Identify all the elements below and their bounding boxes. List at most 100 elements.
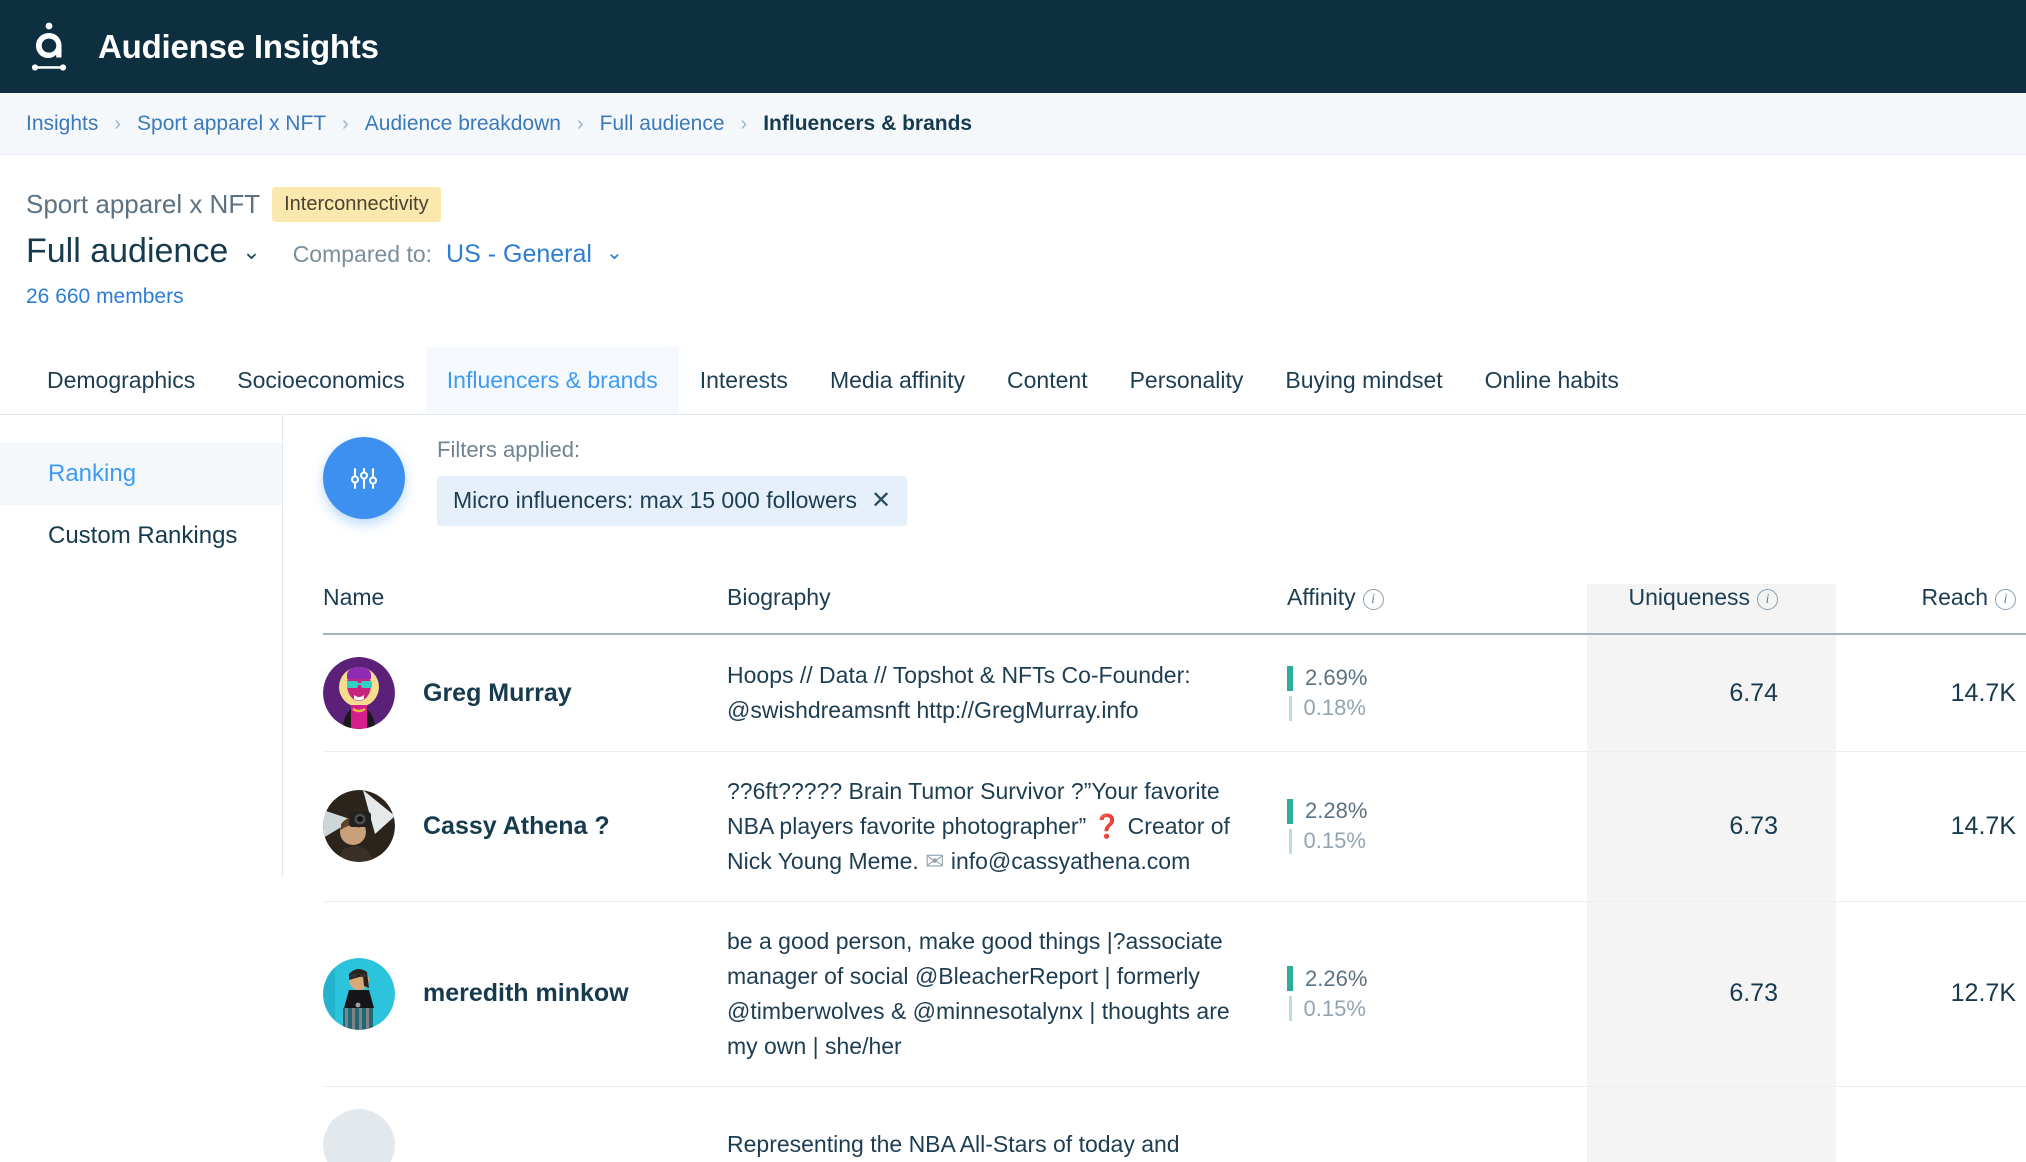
column-header-uniqueness[interactable]: Uniqueness i [1577,584,1826,634]
sliders-filter-icon[interactable] [323,437,405,519]
affinity-value-audience: 2.28% [1305,798,1368,824]
filter-chip-list: Micro influencers: max 15 000 followers ✕ [437,476,908,526]
cell-uniqueness [1577,1086,1826,1162]
breadcrumb-separator: › [114,112,122,135]
table-row[interactable]: Representing the NBA All-Stars of today … [323,1086,2026,1162]
cell-reach [1826,1086,2026,1162]
chevron-down-icon-compared[interactable]: ⌄ [606,240,623,265]
info-icon[interactable]: i [1362,589,1384,610]
influencer-name[interactable]: Cassy Athena ? [423,812,610,841]
influencer-name[interactable]: Greg Murray [423,679,572,708]
sidebar-item-custom-rankings[interactable]: Custom Rankings [0,505,282,567]
breadcrumb-item-insights[interactable]: Insights [26,112,98,136]
breadcrumb-item-influencers-brands: Influencers & brands [763,111,973,135]
name-cell-inner: Greg Murray [323,657,727,729]
avatar[interactable] [323,957,395,1030]
compared-to-value[interactable]: US - General [446,240,592,269]
audience-row: Full audience ⌄ Compared to: US - Genera… [26,232,2000,271]
breadcrumb: Insights › Sport apparel x NFT › Audience br… [0,93,2026,155]
filter-chip[interactable]: Micro influencers: max 15 000 followers ✕ [437,476,908,526]
affinity-value-baseline: 0.15% [1303,828,1366,854]
cell-reach: 14.7K [1826,634,2026,752]
affinity-baseline-line: 0.15% [1287,828,1577,854]
table-row[interactable]: meredith minkow be a good person, make go… [323,901,2026,1087]
close-icon[interactable]: ✕ [871,488,891,513]
body-area: Ranking Custom Rankings Filters applied:… [0,415,2026,1162]
biography-text: Hoops // Data // Topshot & NFTs Co-Found… [727,658,1237,728]
biography-text: be a good person, make good things |?ass… [727,924,1237,1064]
table-row[interactable]: Greg Murray Hoops // Data // Topshot & NF… [323,634,2026,752]
tab-online-habits[interactable]: Online habits [1464,347,1640,414]
column-header-name[interactable]: Name [323,584,727,634]
avatar[interactable] [323,790,395,863]
tab-socioeconomics[interactable]: Socioeconomics [216,347,425,414]
affinity-baseline-line: 0.15% [1287,996,1577,1022]
uniqueness-value: 6.73 [1729,811,1778,840]
app-title: Audiense Insights [98,27,379,65]
info-icon[interactable]: i [1757,589,1778,610]
uniqueness-value: 6.74 [1729,678,1778,707]
column-header-reach[interactable]: Reach i [1826,584,2026,634]
affinity-value-audience: 2.26% [1305,965,1368,991]
affinity-bars: 2.28% 0.15% [1287,798,1577,854]
cell-affinity: 2.69% 0.18% [1287,634,1577,752]
filters-row: Filters applied: Micro influencers: max … [323,415,2026,526]
page-title-block: Sport apparel x NFT Interconnectivity Fu… [0,155,2026,309]
interconnectivity-badge: Interconnectivity [272,187,441,222]
affinity-value-audience: 2.69% [1305,665,1368,690]
cell-affinity [1287,1086,1577,1162]
column-header-affinity[interactable]: Affinity i [1287,584,1577,634]
cell-name: Cassy Athena ? [323,752,727,902]
tab-content[interactable]: Content [986,347,1109,414]
influencer-name[interactable]: meredith minkow [423,979,629,1008]
tab-influencers-brands[interactable]: Influencers & brands [425,347,679,414]
table-row[interactable]: Cassy Athena ? ??6ft????? Brain Tumor Sur… [323,752,2026,902]
tab-buying-mindset[interactable]: Buying mindset [1264,347,1463,414]
breadcrumb-item-audience-breakdown[interactable]: Audience breakdown [365,112,561,136]
envelope-icon: ✉ [925,847,945,874]
column-header-biography[interactable]: Biography [727,584,1287,634]
avatar[interactable] [323,657,395,729]
cell-uniqueness: 6.73 [1577,752,1826,902]
cell-uniqueness: 6.74 [1577,634,1826,752]
cell-uniqueness: 6.73 [1577,901,1826,1086]
affinity-bar-audience [1287,665,1293,691]
tab-media-affinity[interactable]: Media affinity [809,347,986,414]
breadcrumb-item-full-audience[interactable]: Full audience [600,112,725,136]
affinity-value-baseline: 0.15% [1303,995,1366,1021]
biography-fragment: be a good person, make good things |?ass… [727,927,1230,1059]
app-header: Audiense Insights [0,0,2026,93]
name-cell-inner [323,1108,727,1162]
tab-personality[interactable]: Personality [1109,347,1265,414]
cell-name [323,1086,727,1162]
tab-demographics[interactable]: Demographics [26,347,216,414]
affinity-audience-line: 2.69% [1287,665,1577,691]
cell-affinity: 2.26% 0.15% [1287,901,1577,1086]
affinity-bars: 2.26% 0.15% [1287,966,1577,1022]
info-icon[interactable]: i [1995,589,2016,610]
affinity-audience-line: 2.28% [1287,798,1577,824]
members-count[interactable]: 26 660 members [26,285,2000,309]
breadcrumb-item-sport-apparel-x-nft[interactable]: Sport apparel x NFT [137,112,326,136]
sidebar-item-ranking[interactable]: Ranking [0,443,282,505]
compared-to-label: Compared to: [292,241,433,267]
cell-reach: 12.7K [1826,901,2026,1086]
cell-affinity: 2.28% 0.15% [1287,752,1577,902]
filters-applied-block: Filters applied: Micro influencers: max … [437,437,908,526]
tab-interests[interactable]: Interests [679,347,809,414]
column-header-label: Reach [1921,584,1988,610]
affinity-bar-baseline [1288,828,1292,854]
affinity-value-baseline: 0.18% [1303,695,1366,720]
table-body: Greg Murray Hoops // Data // Topshot & NF… [323,634,2026,1162]
audience-selector-label[interactable]: Full audience [26,232,228,271]
chevron-down-icon[interactable]: ⌄ [242,239,260,265]
affinity-bar-baseline [1288,695,1292,721]
cell-biography: be a good person, make good things |?ass… [727,901,1287,1086]
project-row: Sport apparel x NFT Interconnectivity [26,187,2000,222]
audiense-logo-icon[interactable] [26,21,72,73]
cell-biography: ??6ft????? Brain Tumor Survivor ?”Your f… [727,752,1287,902]
biography-fragment: Hoops // Data // Topshot & NFTs Co-Found… [727,662,1191,723]
content-area: Filters applied: Micro influencers: max … [283,415,2026,1162]
reach-value: 14.7K [1950,811,2016,840]
avatar[interactable] [323,1108,395,1162]
